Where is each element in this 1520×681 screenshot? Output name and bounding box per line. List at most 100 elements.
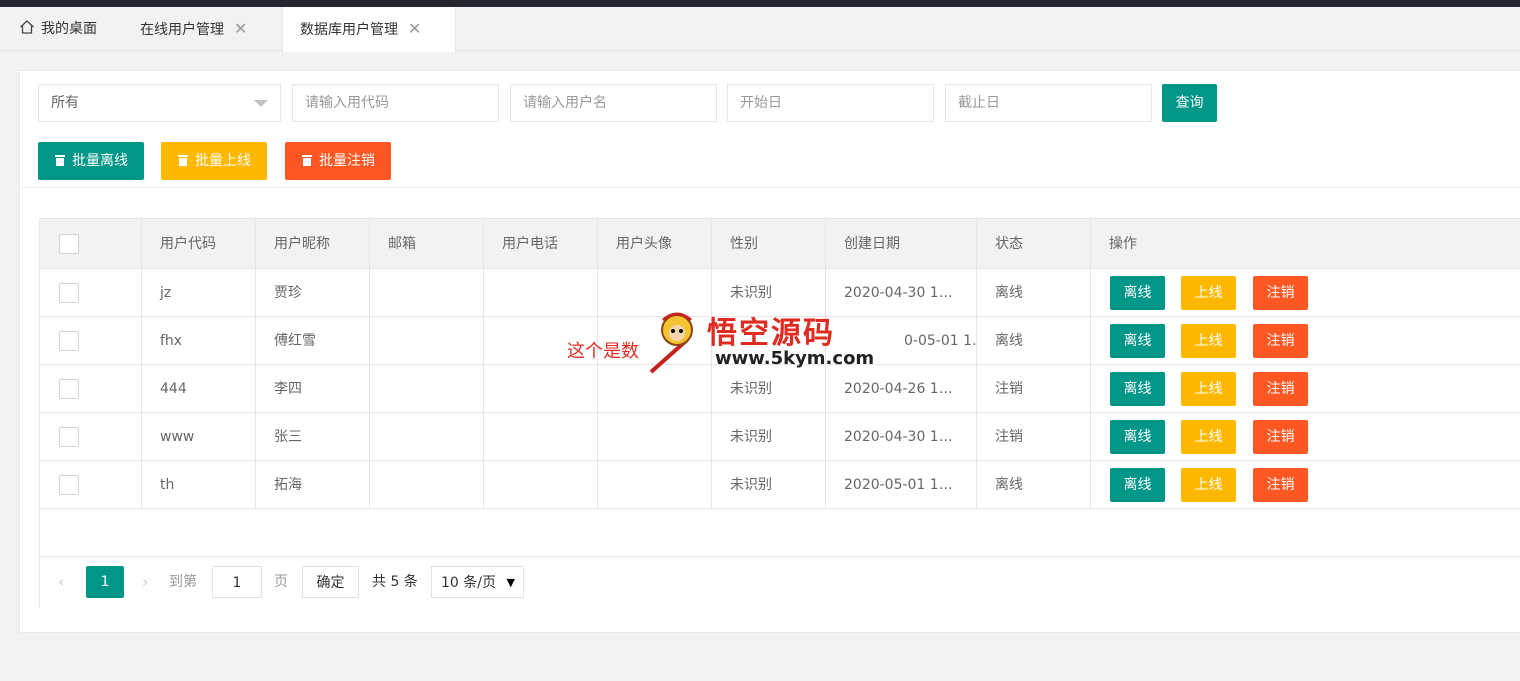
offline-button[interactable]: 离线 <box>1110 372 1165 406</box>
online-button[interactable]: 上线 <box>1181 468 1236 502</box>
total-count: 共 5 条 <box>372 574 418 590</box>
tab-db-users[interactable]: 数据库用户管理 ✕ <box>282 7 456 52</box>
cell-status: 注销 <box>976 413 1090 460</box>
cell-nickname: 拓海 <box>255 461 369 508</box>
cancel-button[interactable]: 注销 <box>1253 276 1308 310</box>
cell-nickname: 傅红雪 <box>255 317 369 364</box>
cell-user-code: www <box>141 413 255 460</box>
column-header: 创建日期 <box>825 219 976 268</box>
page-size-select[interactable]: 10 条/页 ▼ <box>431 566 524 598</box>
column-header: 用户头像 <box>597 219 711 268</box>
trash-icon <box>55 155 65 166</box>
tab-label: 在线用户管理 <box>140 22 224 38</box>
cell-created: 2020-04-30 1… <box>825 413 976 460</box>
cell-status: 离线 <box>976 461 1090 508</box>
cancel-button[interactable]: 注销 <box>1253 468 1308 502</box>
status-select-value: 所有 <box>51 95 79 111</box>
divider <box>20 187 1520 188</box>
chevron-down-icon <box>254 100 268 107</box>
cell-nickname: 贾珍 <box>255 269 369 316</box>
tab-label: 我的桌面 <box>41 21 97 37</box>
cell-avatar <box>597 461 711 508</box>
cell-actions: 离线 上线 注销 <box>1090 269 1520 316</box>
cell-email <box>369 317 483 364</box>
cell-email <box>369 413 483 460</box>
online-button[interactable]: 上线 <box>1181 276 1236 310</box>
cell-user-code: jz <box>141 269 255 316</box>
online-button[interactable]: 上线 <box>1181 420 1236 454</box>
cell-phone <box>483 461 597 508</box>
page-1-button[interactable]: 1 <box>86 566 124 598</box>
batch-offline-label: 批量离线 <box>72 153 128 169</box>
batch-cancel-label: 批量注销 <box>319 153 375 169</box>
table-row: th 拓海 未识别 2020-05-01 1… 离线 离线 上线 注销 <box>40 461 1520 509</box>
close-icon[interactable]: ✕ <box>234 19 247 38</box>
cell-actions: 离线 上线 注销 <box>1090 317 1520 364</box>
row-checkbox[interactable] <box>59 475 79 495</box>
goto-suffix: 页 <box>274 574 288 590</box>
tab-desktop[interactable]: 我的桌面 <box>19 7 109 51</box>
row-checkbox[interactable] <box>59 283 79 303</box>
cell-actions: 离线 上线 注销 <box>1090 413 1520 460</box>
goto-page-input[interactable]: 1 <box>212 566 262 598</box>
cell-email <box>369 365 483 412</box>
batch-cancel-button[interactable]: 批量注销 <box>285 142 391 180</box>
pagination: ‹ 1 › 到第 1 页 确定 共 5 条 10 条/页 ▼ <box>40 556 1520 608</box>
cell-avatar <box>597 413 711 460</box>
close-icon[interactable]: ✕ <box>408 19 421 38</box>
cancel-button[interactable]: 注销 <box>1253 324 1308 358</box>
offline-button[interactable]: 离线 <box>1110 468 1165 502</box>
tab-online-users[interactable]: 在线用户管理 ✕ <box>140 7 247 51</box>
goto-confirm-button[interactable]: 确定 <box>302 566 359 598</box>
cell-user-code: fhx <box>141 317 255 364</box>
cell-gender: 未识别 <box>711 461 825 508</box>
row-checkbox[interactable] <box>59 379 79 399</box>
next-page-icon[interactable]: › <box>142 566 148 598</box>
batch-online-label: 批量上线 <box>195 153 251 169</box>
offline-button[interactable]: 离线 <box>1110 324 1165 358</box>
offline-button[interactable]: 离线 <box>1110 276 1165 310</box>
select-all-checkbox[interactable] <box>59 234 79 254</box>
online-button[interactable]: 上线 <box>1181 372 1236 406</box>
table-header: 用户代码 用户昵称 邮箱 用户电话 用户头像 性别 创建日期 状态 操作 <box>40 219 1520 269</box>
status-select[interactable]: 所有 <box>38 84 281 122</box>
row-checkbox[interactable] <box>59 427 79 447</box>
cell-created-text: 0-05-01 1… <box>904 333 976 349</box>
cell-user-code: th <box>141 461 255 508</box>
search-button[interactable]: 查询 <box>1162 84 1217 122</box>
user-name-input[interactable]: 请输入用户名 <box>510 84 717 122</box>
table-row: www 张三 未识别 2020-04-30 1… 注销 离线 上线 注销 <box>40 413 1520 461</box>
column-header: 邮箱 <box>369 219 483 268</box>
column-header: 操作 <box>1090 219 1520 268</box>
home-icon <box>20 20 34 34</box>
cell-actions: 离线 上线 注销 <box>1090 461 1520 508</box>
row-checkbox[interactable] <box>59 331 79 351</box>
cell-user-code: 444 <box>141 365 255 412</box>
online-button[interactable]: 上线 <box>1181 324 1236 358</box>
user-table: 用户代码 用户昵称 邮箱 用户电话 用户头像 性别 创建日期 状态 操作 jz … <box>39 218 1520 608</box>
prev-page-icon[interactable]: ‹ <box>58 566 64 598</box>
column-header: 用户昵称 <box>255 219 369 268</box>
chevron-down-icon: ▼ <box>506 576 515 589</box>
batch-online-button[interactable]: 批量上线 <box>161 142 267 180</box>
cell-email <box>369 269 483 316</box>
column-header: 用户代码 <box>141 219 255 268</box>
cancel-button[interactable]: 注销 <box>1253 372 1308 406</box>
column-header: 性别 <box>711 219 825 268</box>
cancel-button[interactable]: 注销 <box>1253 420 1308 454</box>
goto-prefix: 到第 <box>169 574 197 590</box>
cell-nickname: 李四 <box>255 365 369 412</box>
cell-status: 离线 <box>976 269 1090 316</box>
page-size-value: 10 条/页 <box>441 575 496 591</box>
batch-offline-button[interactable]: 批量离线 <box>38 142 144 180</box>
watermark-url: www.5kym.com <box>715 348 875 369</box>
tab-bar: 我的桌面 在线用户管理 ✕ 数据库用户管理 ✕ <box>0 7 1520 52</box>
column-header: 用户电话 <box>483 219 597 268</box>
user-code-input[interactable]: 请输入用代码 <box>292 84 499 122</box>
offline-button[interactable]: 离线 <box>1110 420 1165 454</box>
start-date-input[interactable]: 开始日 <box>727 84 934 122</box>
watermark: 这个是数 悟空源码 www.5kym.com <box>567 304 887 376</box>
end-date-input[interactable]: 截止日 <box>945 84 1152 122</box>
column-header: 状态 <box>976 219 1090 268</box>
tab-label: 数据库用户管理 <box>300 22 398 38</box>
